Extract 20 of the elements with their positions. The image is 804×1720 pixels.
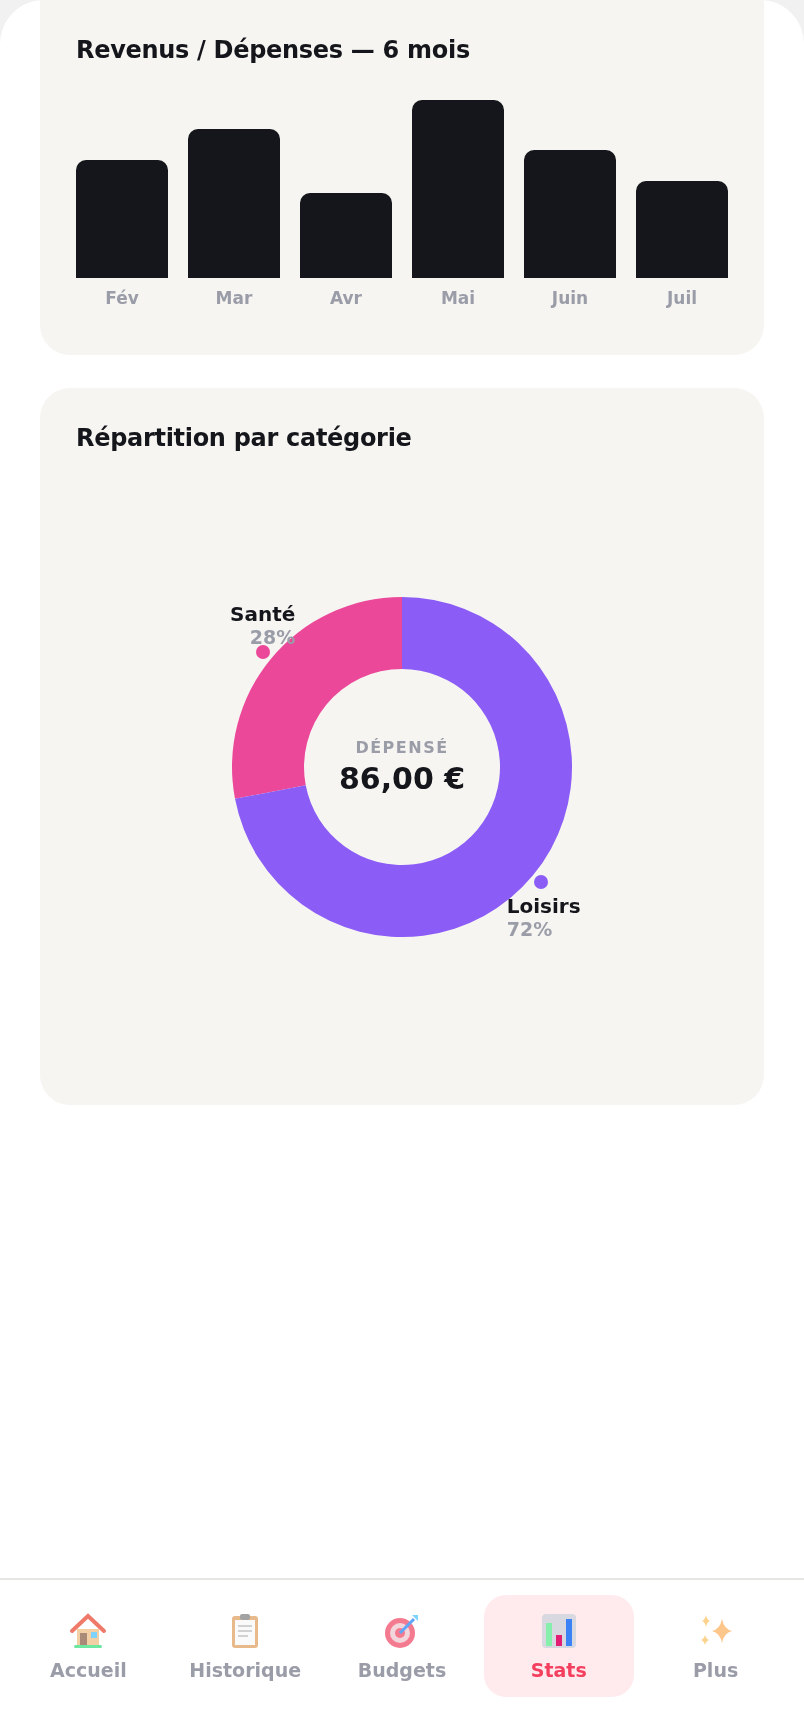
house-icon	[68, 1611, 109, 1651]
nav-tab[interactable]: Stats	[483, 1595, 634, 1697]
nav-tab[interactable]: Budgets	[327, 1595, 477, 1697]
month-label: Fév	[104, 288, 140, 308]
slice-percent: 28%	[249, 626, 296, 649]
center-value: 86,00 €	[338, 761, 466, 796]
month-label: Juil	[665, 288, 699, 308]
month-label: Juin	[549, 288, 590, 308]
month-label: Mar	[214, 288, 254, 308]
slice-name: Santé	[230, 602, 296, 627]
nav-tab[interactable]: Plus	[640, 1595, 791, 1697]
nav-tab[interactable]: Historique	[170, 1595, 321, 1697]
month-label: Mai	[439, 288, 477, 308]
slice-name: Loisirs	[506, 893, 581, 918]
nav-tab[interactable]: Accueil	[13, 1595, 164, 1697]
chart-title: Revenus / Dépenses — 6 mois	[76, 36, 471, 64]
slice-percent: 72%	[506, 917, 554, 940]
month-label: Avr	[329, 288, 363, 308]
center-label: DÉPENSÉ	[355, 738, 449, 757]
chart-title: Répartition par catégorie	[76, 424, 413, 452]
